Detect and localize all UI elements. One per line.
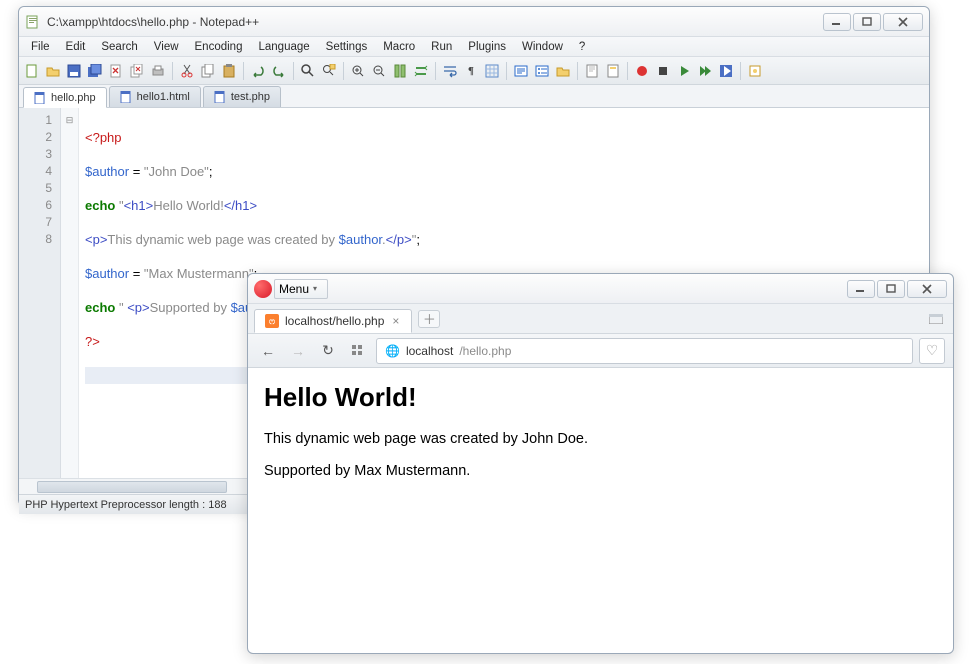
globe-icon: 🌐 xyxy=(385,344,400,358)
tab-label: hello1.html xyxy=(137,91,190,103)
tab-close-icon[interactable]: × xyxy=(390,314,401,328)
tab-panel-icon[interactable] xyxy=(925,310,947,328)
monitoring-icon[interactable] xyxy=(746,62,764,80)
menu-search[interactable]: Search xyxy=(93,39,145,55)
browser-tab[interactable]: ෆ localhost/hello.php × xyxy=(254,309,412,333)
cut-icon[interactable] xyxy=(178,62,196,80)
doc-map-icon[interactable] xyxy=(583,62,601,80)
page-heading: Hello World! xyxy=(264,382,937,413)
tab-hello1-html[interactable]: hello1.html xyxy=(109,86,201,107)
npp-window-controls xyxy=(823,13,923,31)
menu-encoding[interactable]: Encoding xyxy=(187,39,251,55)
fold-column[interactable]: ⊟ xyxy=(61,108,79,478)
tab-label: test.php xyxy=(231,91,270,103)
close-button[interactable] xyxy=(907,280,947,298)
menu-view[interactable]: View xyxy=(146,39,187,55)
print-icon[interactable] xyxy=(149,62,167,80)
play-multi-icon[interactable] xyxy=(696,62,714,80)
browser-addressbar: ← → ↻ 🌐 localhost/hello.php ♡ xyxy=(248,334,953,368)
browser-tab-label: localhost/hello.php xyxy=(285,314,384,328)
browser-menu-button[interactable]: Menu ▾ xyxy=(274,279,328,299)
play-icon[interactable] xyxy=(675,62,693,80)
browser-titlebar[interactable]: Menu ▾ xyxy=(248,274,953,304)
sync-v-icon[interactable] xyxy=(391,62,409,80)
close-all-icon[interactable] xyxy=(128,62,146,80)
npp-toolbar: ¶ xyxy=(19,57,929,85)
menu-help[interactable]: ? xyxy=(571,39,593,55)
page-paragraph-2: Supported by Max Mustermann. xyxy=(264,463,937,479)
line-gutter: 12345678 xyxy=(19,108,61,478)
minimize-button[interactable] xyxy=(847,280,875,298)
undo-icon[interactable] xyxy=(249,62,267,80)
sync-h-icon[interactable] xyxy=(412,62,430,80)
menu-language[interactable]: Language xyxy=(250,39,317,55)
status-text: PHP Hypertext Preprocessor length : 188 xyxy=(25,499,227,511)
file-icon xyxy=(214,91,226,103)
zoom-out-icon[interactable] xyxy=(370,62,388,80)
record-icon[interactable] xyxy=(633,62,651,80)
maximize-button[interactable] xyxy=(853,13,881,31)
find-icon[interactable] xyxy=(299,62,317,80)
forward-button[interactable]: → xyxy=(286,339,310,363)
tab-test-php[interactable]: test.php xyxy=(203,86,281,107)
tab-label: hello.php xyxy=(51,92,96,104)
page-viewport: Hello World! This dynamic web page was c… xyxy=(248,368,953,623)
paste-icon[interactable] xyxy=(220,62,238,80)
browser-tabbar: ෆ localhost/hello.php × ＋ xyxy=(248,304,953,334)
chevron-down-icon: ▾ xyxy=(313,284,317,293)
show-all-chars-icon[interactable]: ¶ xyxy=(462,62,480,80)
url-path: /hello.php xyxy=(459,344,511,358)
copy-icon[interactable] xyxy=(199,62,217,80)
close-button[interactable] xyxy=(883,13,923,31)
npp-titlebar[interactable]: C:\xampp\htdocs\hello.php - Notepad++ xyxy=(19,7,929,37)
indent-guide-icon[interactable] xyxy=(483,62,501,80)
npp-tabbar: hello.php hello1.html test.php xyxy=(19,85,929,108)
npp-menubar: File Edit Search View Encoding Language … xyxy=(19,37,929,57)
wordwrap-icon[interactable] xyxy=(441,62,459,80)
npp-app-icon xyxy=(25,14,41,30)
file-icon xyxy=(34,92,46,104)
back-button[interactable]: ← xyxy=(256,339,280,363)
npp-title-text: C:\xampp\htdocs\hello.php - Notepad++ xyxy=(47,15,823,29)
menu-file[interactable]: File xyxy=(23,39,58,55)
zoom-in-icon[interactable] xyxy=(349,62,367,80)
func-list-icon[interactable] xyxy=(533,62,551,80)
menu-settings[interactable]: Settings xyxy=(318,39,376,55)
save-icon[interactable] xyxy=(65,62,83,80)
tab-hello-php[interactable]: hello.php xyxy=(23,87,107,108)
bookmark-button[interactable]: ♡ xyxy=(919,338,945,364)
xampp-favicon-icon: ෆ xyxy=(265,314,279,328)
close-doc-icon[interactable] xyxy=(107,62,125,80)
save-all-icon[interactable] xyxy=(86,62,104,80)
folder-icon[interactable] xyxy=(554,62,572,80)
open-icon[interactable] xyxy=(44,62,62,80)
maximize-button[interactable] xyxy=(877,280,905,298)
opera-icon xyxy=(254,280,272,298)
page-paragraph-1: This dynamic web page was created by Joh… xyxy=(264,431,937,447)
new-icon[interactable] xyxy=(23,62,41,80)
minimize-button[interactable] xyxy=(823,13,851,31)
menu-window[interactable]: Window xyxy=(514,39,571,55)
browser-window: Menu ▾ ෆ localhost/hello.php × ＋ ← → ↻ 🌐… xyxy=(247,273,954,654)
url-host: localhost xyxy=(406,344,453,358)
speed-dial-button[interactable] xyxy=(346,339,370,363)
redo-icon[interactable] xyxy=(270,62,288,80)
menu-edit[interactable]: Edit xyxy=(58,39,94,55)
file-icon xyxy=(120,91,132,103)
menu-plugins[interactable]: Plugins xyxy=(460,39,514,55)
stop-icon[interactable] xyxy=(654,62,672,80)
doc-list-icon[interactable] xyxy=(604,62,622,80)
new-tab-button[interactable]: ＋ xyxy=(418,310,440,328)
replace-icon[interactable] xyxy=(320,62,338,80)
browser-window-controls xyxy=(847,280,947,298)
menu-run[interactable]: Run xyxy=(423,39,460,55)
save-macro-icon[interactable] xyxy=(717,62,735,80)
lang-icon[interactable] xyxy=(512,62,530,80)
address-input[interactable]: 🌐 localhost/hello.php xyxy=(376,338,913,364)
scroll-thumb[interactable] xyxy=(37,481,227,493)
menu-macro[interactable]: Macro xyxy=(375,39,423,55)
reload-button[interactable]: ↻ xyxy=(316,339,340,363)
